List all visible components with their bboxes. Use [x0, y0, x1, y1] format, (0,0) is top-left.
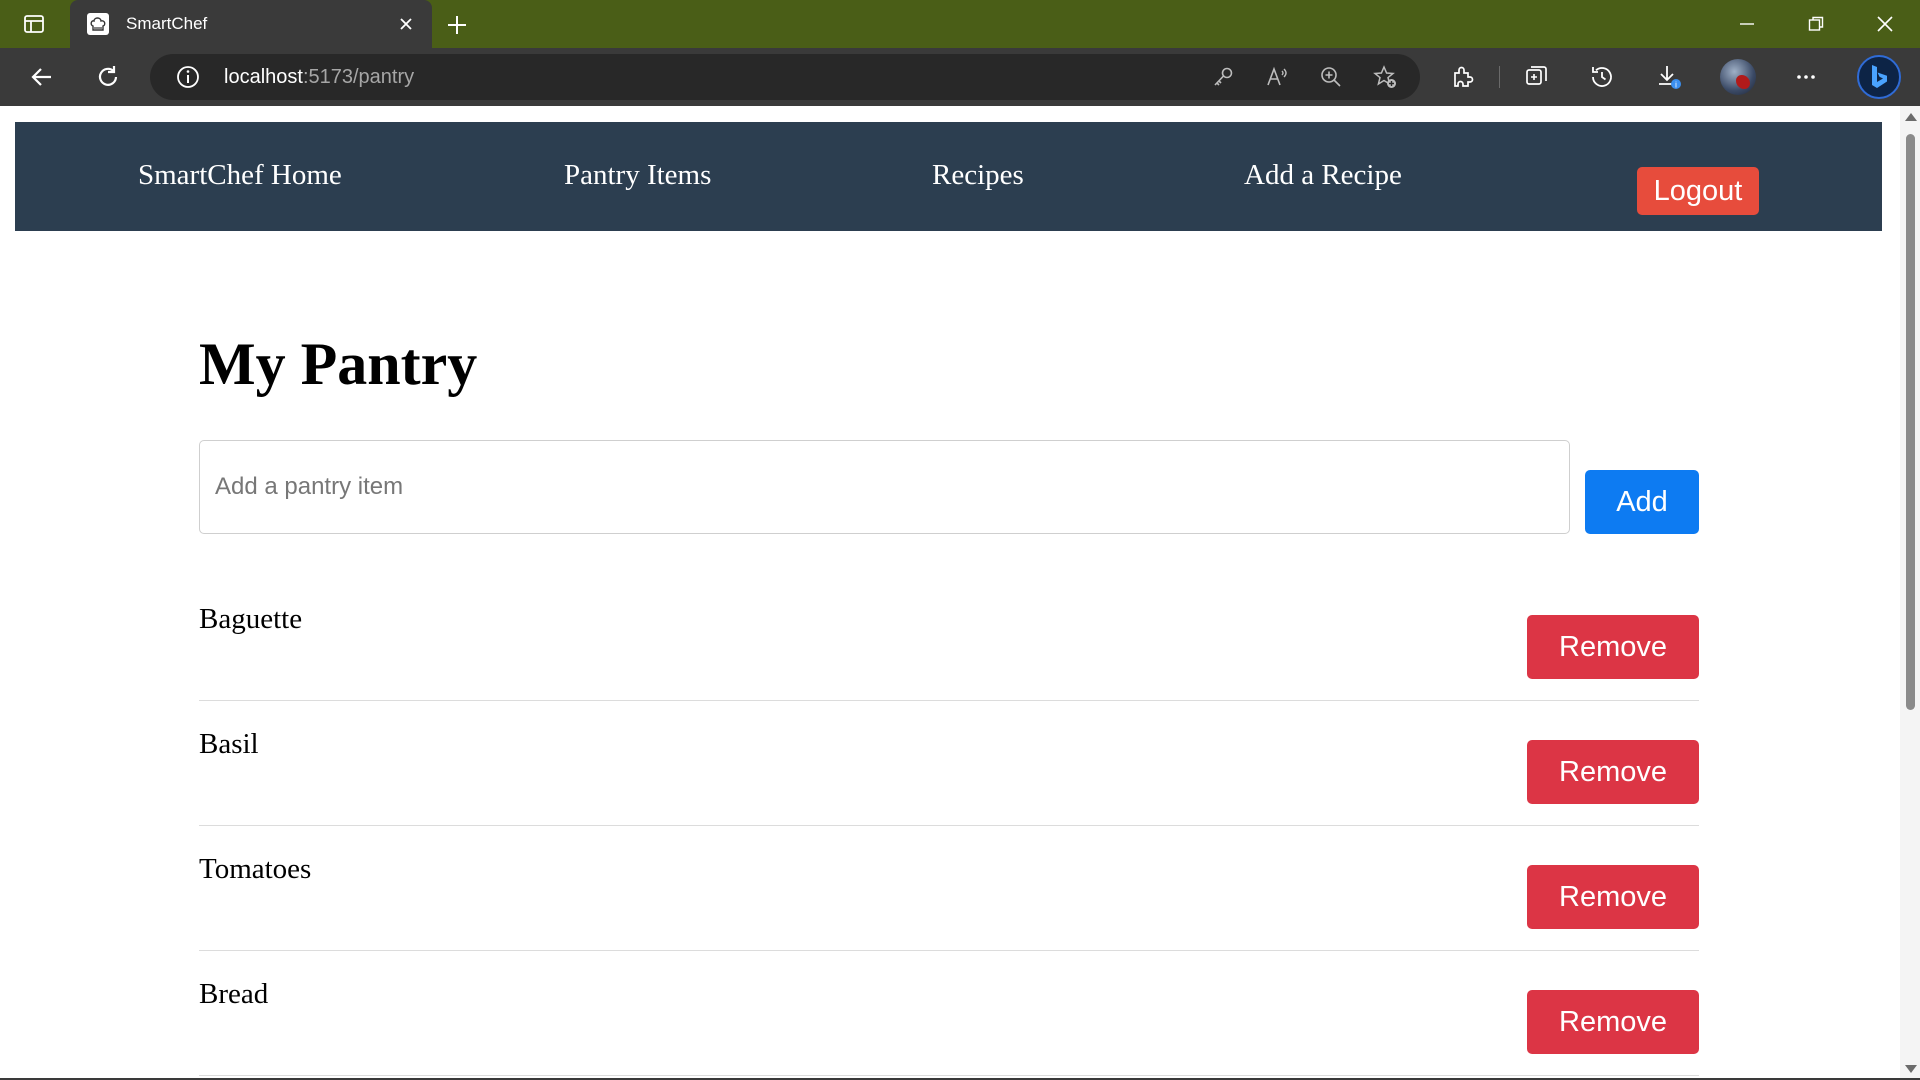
url-path: :5173/pantry — [302, 66, 415, 88]
add-button[interactable]: Add — [1585, 470, 1699, 534]
browser-tab[interactable]: SmartChef — [70, 0, 432, 48]
remove-button[interactable]: Remove — [1527, 615, 1699, 679]
browser-titlebar: SmartChef — [0, 0, 1920, 48]
collections-icon[interactable] — [1522, 63, 1550, 91]
toolbar-divider — [1499, 66, 1500, 88]
nav-link-recipes[interactable]: Recipes — [932, 159, 1024, 192]
pantry-item-name: Basil — [199, 728, 259, 760]
scroll-up-arrow-icon[interactable] — [1905, 113, 1917, 121]
browser-toolbar: localhost:5173/pantry i — [0, 48, 1920, 106]
nav-link-add-recipe[interactable]: Add a Recipe — [1244, 159, 1402, 192]
back-arrow-icon[interactable] — [28, 63, 56, 91]
key-icon[interactable] — [1209, 63, 1237, 91]
remove-button[interactable]: Remove — [1527, 990, 1699, 1054]
pantry-item-input[interactable] — [199, 440, 1570, 534]
page-scrollbar[interactable] — [1900, 106, 1920, 1080]
remove-button[interactable]: Remove — [1527, 740, 1699, 804]
restore-icon[interactable] — [1802, 10, 1830, 38]
tab-title: SmartChef — [126, 14, 208, 33]
page-title: My Pantry — [199, 331, 478, 397]
page-viewport: SmartChef Home Pantry Items Recipes Add … — [0, 106, 1920, 1080]
pantry-item-name: Baguette — [199, 603, 303, 635]
bing-icon[interactable] — [1857, 55, 1901, 99]
url-host: localhost — [224, 66, 303, 88]
sidebar-toggle-icon[interactable] — [22, 12, 46, 36]
info-icon[interactable] — [174, 63, 202, 91]
history-icon[interactable] — [1588, 63, 1616, 91]
list-item: Tomatoes Remove — [199, 826, 1699, 951]
refresh-icon[interactable] — [94, 63, 122, 91]
url-text[interactable]: localhost:5173/pantry — [224, 66, 414, 89]
more-icon[interactable] — [1792, 63, 1820, 91]
read-aloud-icon[interactable] — [1263, 63, 1291, 91]
logout-button[interactable]: Logout — [1637, 167, 1759, 215]
scroll-down-arrow-icon[interactable] — [1905, 1065, 1917, 1073]
list-item: Basil Remove — [199, 701, 1699, 826]
downloads-icon[interactable]: i — [1655, 63, 1683, 91]
address-bar[interactable]: localhost:5173/pantry — [150, 54, 1420, 100]
list-item: Baguette Remove — [199, 576, 1699, 701]
nav-link-pantry-items[interactable]: Pantry Items — [564, 159, 711, 192]
scrollbar-thumb[interactable] — [1906, 134, 1915, 710]
minimize-icon[interactable] — [1733, 10, 1761, 38]
zoom-icon[interactable] — [1317, 63, 1345, 91]
nav-link-home[interactable]: SmartChef Home — [138, 159, 342, 192]
svg-text:i: i — [1675, 81, 1677, 90]
extensions-icon[interactable] — [1449, 63, 1477, 91]
remove-button[interactable]: Remove — [1527, 865, 1699, 929]
plus-icon[interactable] — [444, 12, 470, 38]
pantry-item-name: Bread — [199, 978, 269, 1010]
pantry-item-name: Tomatoes — [199, 853, 312, 885]
close-window-icon[interactable] — [1871, 10, 1899, 38]
favorite-add-icon[interactable] — [1371, 63, 1399, 91]
close-icon[interactable] — [394, 12, 418, 36]
chef-hat-favicon-icon — [87, 13, 109, 35]
profile-avatar[interactable] — [1720, 59, 1756, 95]
pantry-list: Baguette Remove Basil Remove Tomatoes Re… — [199, 576, 1699, 1076]
site-navbar: SmartChef Home Pantry Items Recipes Add … — [15, 122, 1882, 231]
list-item: Bread Remove — [199, 951, 1699, 1076]
